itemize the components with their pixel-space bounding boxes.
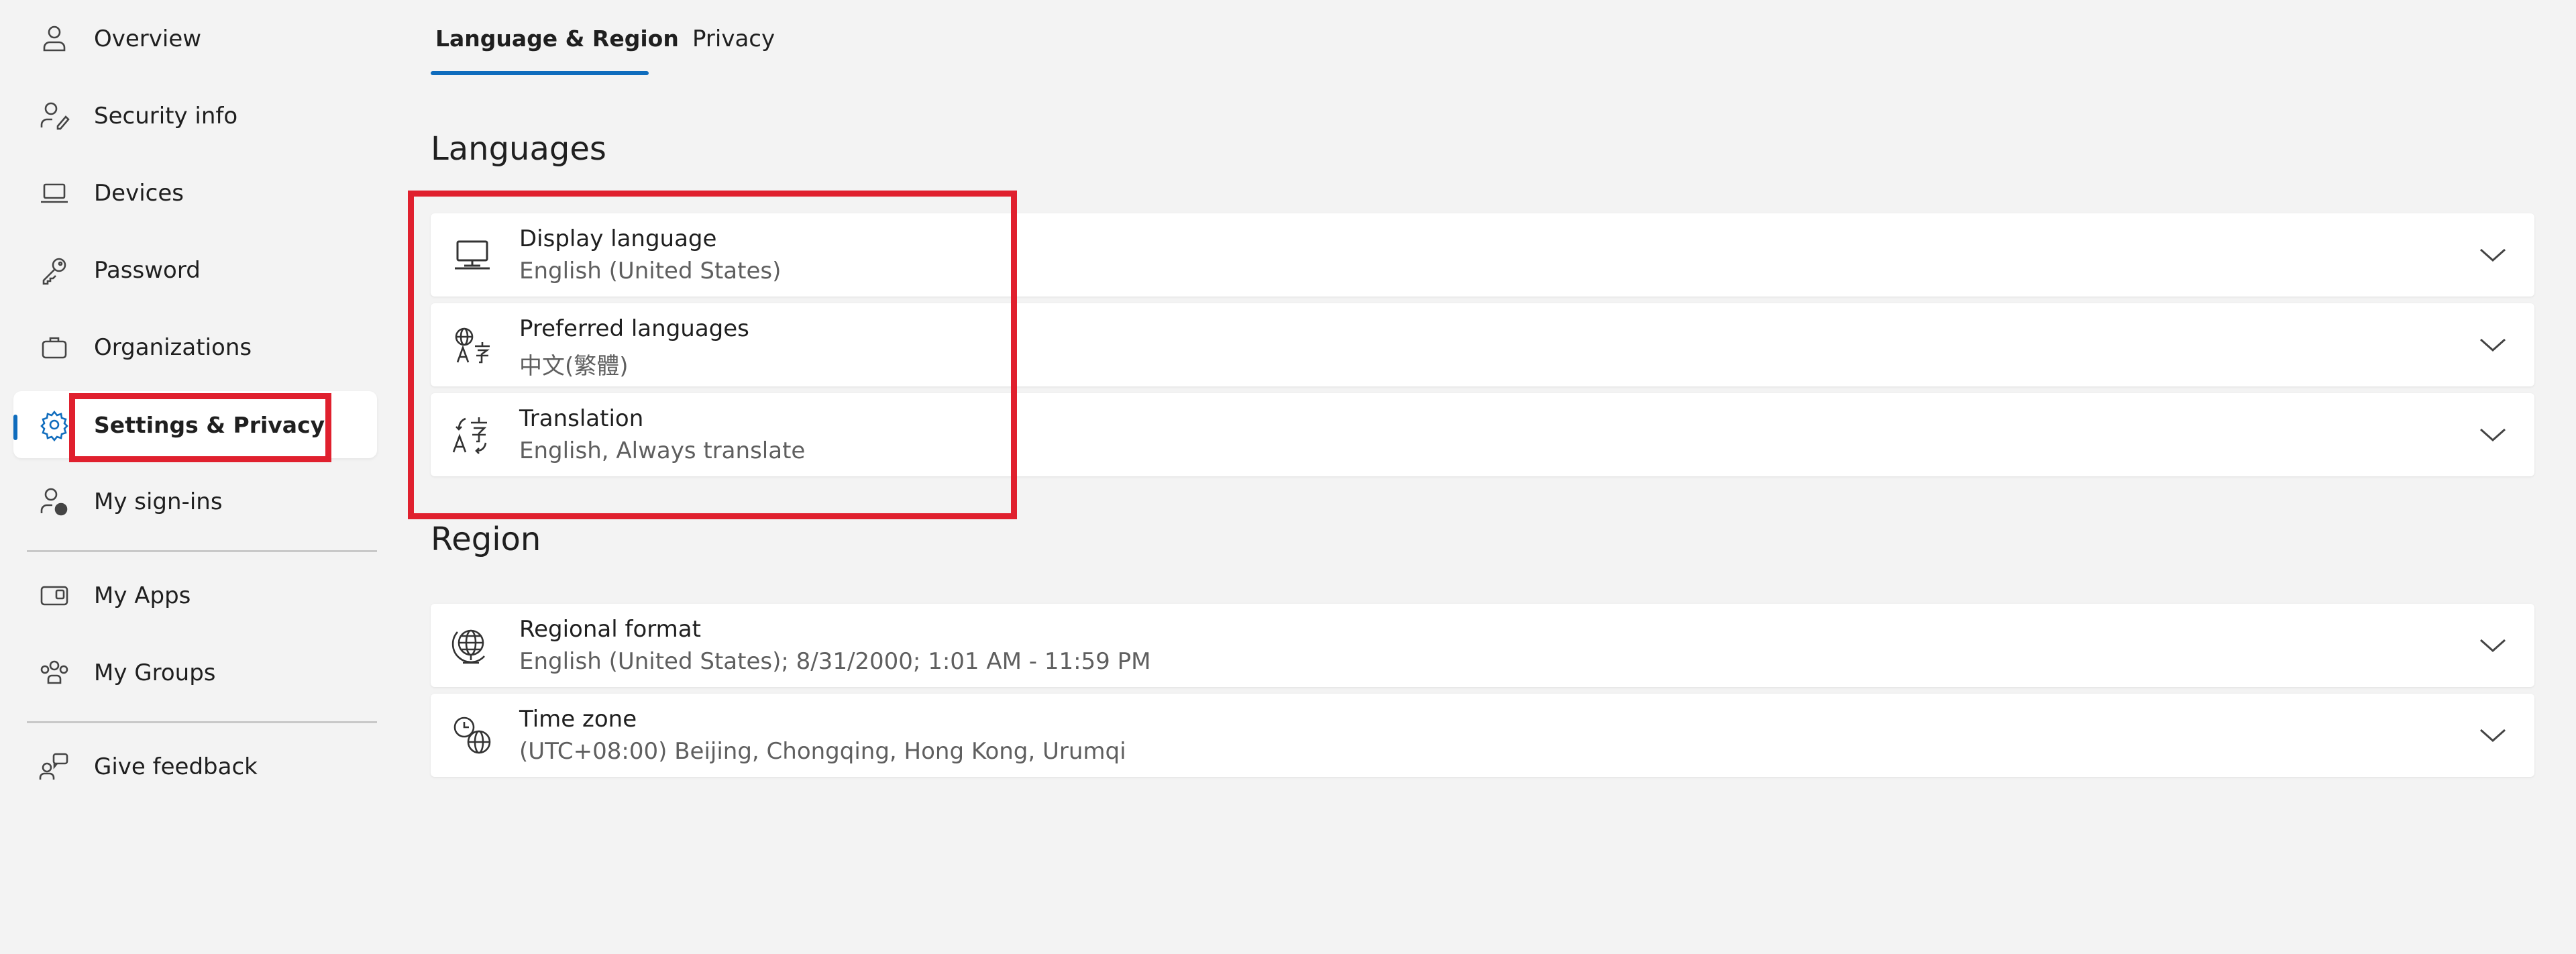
gear-icon (38, 408, 71, 442)
sidebar-divider (27, 721, 377, 723)
row-title: Preferred languages (519, 315, 749, 342)
sidebar-item-devices[interactable]: Devices (13, 160, 377, 227)
page: Overview Security info Devices Password … (0, 0, 2576, 954)
row-title: Display language (519, 225, 717, 252)
row-regional-format[interactable]: Regional format English (United States);… (431, 604, 2534, 687)
row-value: 中文(繁體) (519, 353, 629, 380)
sidebar-item-label: Devices (94, 180, 184, 207)
sidebar-item-label: Security info (94, 103, 238, 129)
row-value: (UTC+08:00) Beijing, Chongqing, Hong Kon… (519, 738, 1126, 765)
people-group-icon (38, 656, 71, 690)
translate-icon (451, 413, 494, 456)
row-value: English (United States); 8/31/2000; 1:01… (519, 648, 1151, 675)
apps-icon (38, 579, 71, 613)
key-icon (38, 254, 71, 287)
tab-active-underline (431, 71, 649, 75)
sidebar-item-label: My Apps (94, 582, 191, 609)
sidebar-item-my-apps[interactable]: My Apps (13, 562, 377, 629)
row-display-language[interactable]: Display language English (United States) (431, 213, 2534, 297)
row-time-zone[interactable]: Time zone (UTC+08:00) Beijing, Chongqing… (431, 694, 2534, 777)
briefcase-icon (38, 331, 71, 364)
chevron-down-icon[interactable] (2477, 329, 2509, 361)
sidebar-item-my-groups[interactable]: My Groups (13, 639, 377, 706)
tab-language-region[interactable]: Language & Region (435, 25, 679, 52)
sidebar-item-give-feedback[interactable]: Give feedback (13, 733, 377, 800)
sidebar-item-organizations[interactable]: Organizations (13, 314, 377, 381)
row-value: English, Always translate (519, 437, 806, 464)
globe-settings-icon (451, 624, 494, 667)
chevron-down-icon[interactable] (2477, 629, 2509, 661)
feedback-icon (38, 750, 71, 784)
sidebar-item-my-sign-ins[interactable]: My sign-ins (13, 468, 377, 535)
row-title: Regional format (519, 616, 701, 643)
sidebar-item-label: Overview (94, 25, 202, 52)
person-signin-icon (38, 485, 71, 519)
sidebar-item-label: Organizations (94, 334, 252, 361)
chevron-down-icon[interactable] (2477, 419, 2509, 451)
chevron-down-icon[interactable] (2477, 719, 2509, 751)
sidebar-divider (27, 550, 377, 552)
active-indicator (13, 415, 17, 440)
person-key-icon (38, 99, 71, 133)
row-preferred-languages[interactable]: Preferred languages 中文(繁體) (431, 303, 2534, 386)
sidebar-item-label: My sign-ins (94, 488, 223, 515)
row-title: Time zone (519, 706, 637, 733)
tab-privacy[interactable]: Privacy (692, 25, 775, 52)
row-translation[interactable]: Translation English, Always translate (431, 393, 2534, 476)
monitor-icon (451, 233, 494, 276)
laptop-icon (38, 176, 71, 210)
row-title: Translation (519, 405, 644, 432)
sidebar-item-settings-privacy[interactable]: Settings & Privacy (13, 391, 377, 458)
person-icon (38, 22, 71, 56)
row-value: English (United States) (519, 258, 782, 284)
sidebar-item-label: Password (94, 257, 201, 284)
sidebar-item-overview[interactable]: Overview (13, 5, 377, 72)
globe-language-icon (451, 323, 494, 366)
sidebar-item-label: Give feedback (94, 753, 258, 780)
section-title-region: Region (431, 521, 541, 558)
sidebar-item-security-info[interactable]: Security info (13, 83, 377, 150)
section-title-languages: Languages (431, 130, 606, 168)
sidebar-item-label: My Groups (94, 659, 216, 686)
sidebar-item-password[interactable]: Password (13, 237, 377, 304)
clock-globe-icon (451, 714, 494, 757)
sidebar-item-label: Settings & Privacy (94, 411, 325, 438)
chevron-down-icon[interactable] (2477, 239, 2509, 271)
